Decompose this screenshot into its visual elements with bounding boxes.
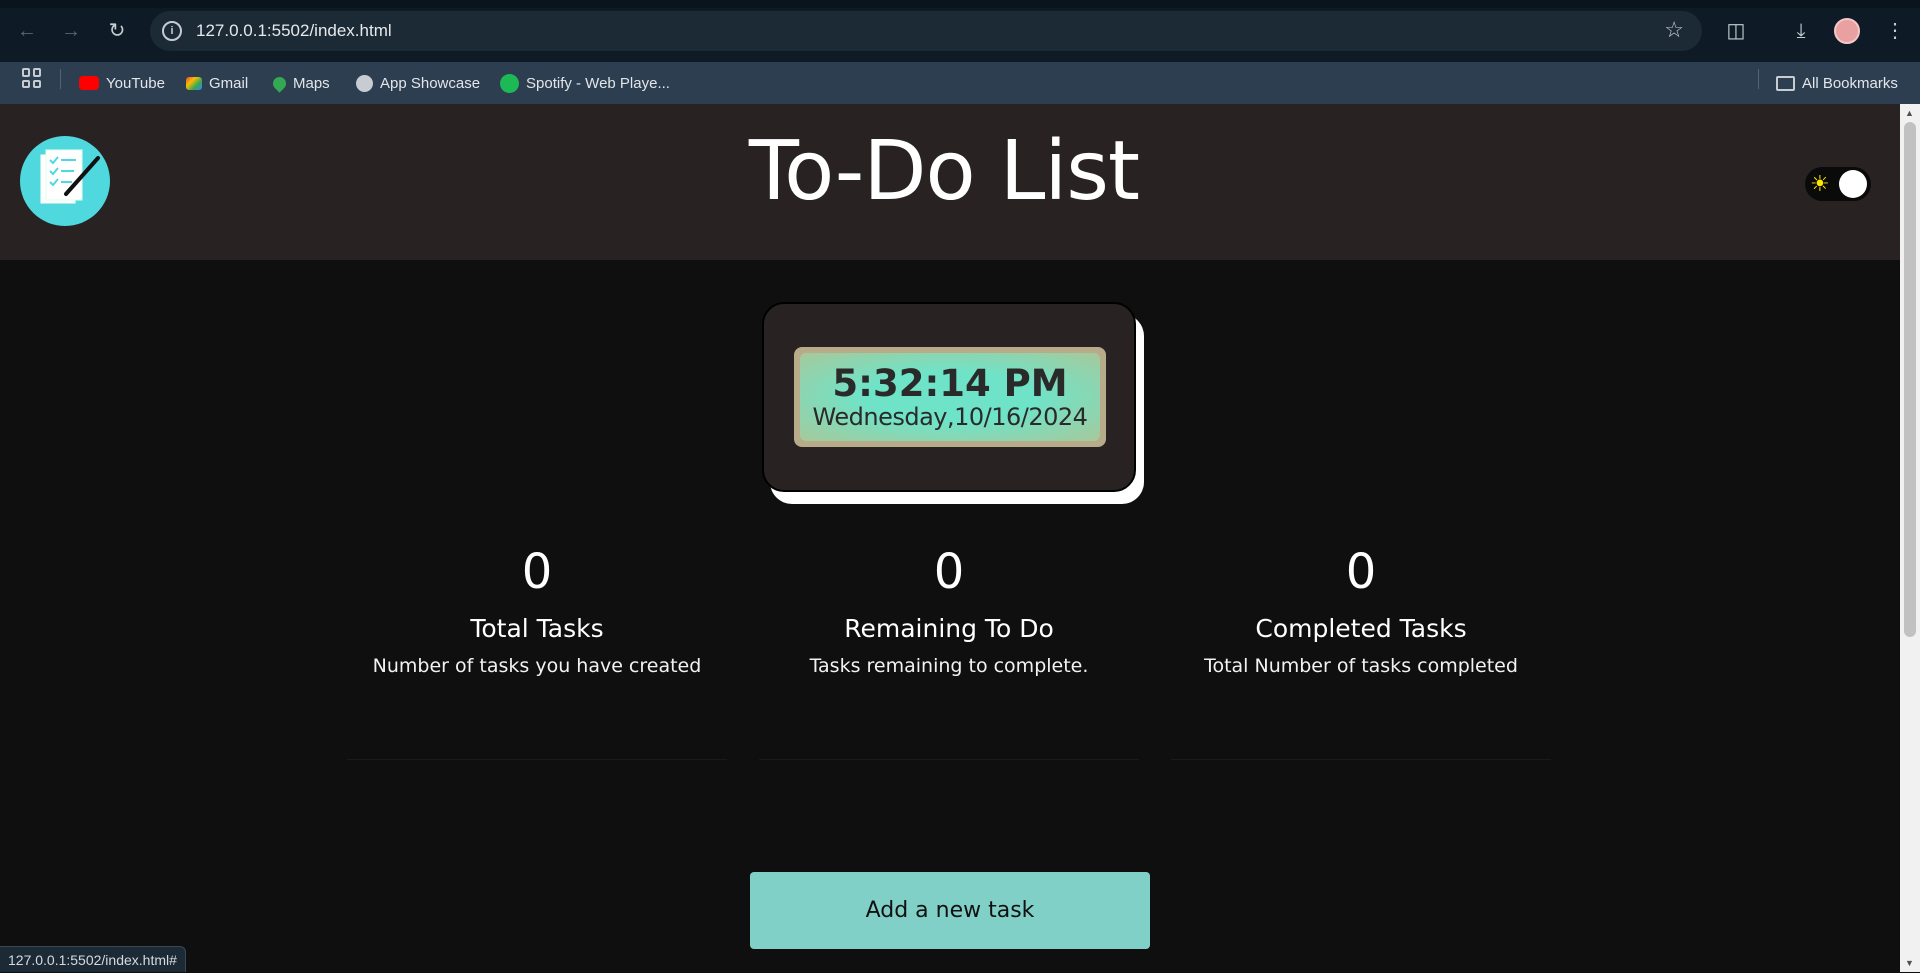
address-bar[interactable]: i 127.0.0.1:5502/index.html ☆ (150, 11, 1702, 51)
bookmarks-divider (60, 69, 61, 89)
divider (759, 759, 1139, 760)
bookmarks-divider (1758, 69, 1759, 89)
site-info-icon[interactable]: i (162, 21, 182, 41)
stat-remaining: 0 Remaining To Do Tasks remaining to com… (759, 544, 1139, 678)
stat-label: Completed Tasks (1255, 614, 1467, 643)
stat-value: 0 (521, 544, 553, 600)
scroll-down-icon[interactable]: ▼ (1905, 958, 1914, 968)
address-url[interactable]: 127.0.0.1:5502/index.html (196, 21, 392, 41)
bookmark-app-showcase[interactable]: App Showcase (356, 71, 480, 95)
download-icon[interactable]: ⤓ (1786, 16, 1816, 46)
globe-icon (356, 74, 373, 92)
reload-icon[interactable]: ↻ (102, 16, 132, 46)
maps-icon (270, 73, 289, 93)
clock-display: 5:32:14 PM Wednesday,10/16/2024 (794, 347, 1106, 447)
bookmark-label: Gmail (209, 74, 249, 92)
stat-description: Total Number of tasks completed (1204, 655, 1518, 677)
forward-icon[interactable]: → (56, 16, 86, 46)
scrollbar-thumb[interactable] (1904, 122, 1916, 637)
stat-total-tasks: 0 Total Tasks Number of tasks you have c… (347, 544, 727, 678)
browser-toolbar: ← → ↻ i 127.0.0.1:5502/index.html ☆ ◫ ⤓ … (0, 0, 1920, 62)
all-bookmarks-label: All Bookmarks (1802, 74, 1898, 92)
sun-icon: ☀ (1810, 171, 1830, 196)
bookmark-label: Spotify - Web Playe... (526, 74, 670, 92)
status-bar-url: 127.0.0.1:5502/index.html# (0, 946, 186, 972)
gmail-icon (186, 76, 202, 90)
clock-card: 5:32:14 PM Wednesday,10/16/2024 (762, 302, 1136, 492)
profile-avatar[interactable] (1834, 18, 1860, 44)
stat-label: Total Tasks (470, 614, 604, 643)
clock-date: Wednesday,10/16/2024 (812, 403, 1088, 431)
bookmark-gmail[interactable]: Gmail (186, 71, 248, 95)
divider (1171, 759, 1551, 760)
stat-value: 0 (1345, 544, 1377, 600)
spotify-icon (500, 73, 519, 93)
all-bookmarks[interactable]: All Bookmarks (1776, 71, 1898, 95)
bookmark-star-icon[interactable]: ☆ (1664, 17, 1684, 43)
page-viewport: To-Do List ☀ 5:32:14 PM Wednesday,10/16/… (0, 104, 1900, 972)
extensions-icon[interactable]: ◫ (1721, 16, 1751, 46)
bookmark-youtube[interactable]: YouTube (79, 71, 165, 95)
bookmark-spotify[interactable]: Spotify - Web Playe... (500, 71, 670, 95)
page-title: To-Do List (748, 124, 1140, 219)
menu-kebab-icon[interactable]: ⋮ (1880, 16, 1910, 46)
tab-strip (0, 0, 1920, 8)
app-header: To-Do List ☀ (0, 104, 1900, 260)
stat-description: Number of tasks you have created (372, 655, 702, 677)
clock-time: 5:32:14 PM (832, 362, 1068, 405)
bookmark-label: App Showcase (380, 74, 481, 92)
scroll-up-icon[interactable]: ▲ (1905, 108, 1914, 118)
back-icon[interactable]: ← (12, 16, 42, 46)
toggle-knob[interactable] (1839, 170, 1867, 198)
page-scrollbar[interactable]: ▲ ▼ (1900, 104, 1920, 972)
theme-toggle[interactable]: ☀ (1805, 167, 1871, 201)
stat-description: Tasks remaining to complete. (809, 655, 1089, 677)
bookmark-label: Maps (293, 74, 330, 92)
stat-label: Remaining To Do (844, 614, 1054, 643)
youtube-icon (79, 76, 99, 90)
add-task-button[interactable]: Add a new task (750, 872, 1150, 949)
bookmark-maps[interactable]: Maps (270, 71, 330, 95)
stat-value: 0 (933, 544, 965, 600)
stat-completed: 0 Completed Tasks Total Number of tasks … (1171, 544, 1551, 678)
folder-icon (1776, 75, 1795, 91)
bookmark-label: YouTube (106, 74, 165, 92)
divider (347, 759, 727, 760)
apps-grid-icon[interactable] (22, 68, 42, 88)
